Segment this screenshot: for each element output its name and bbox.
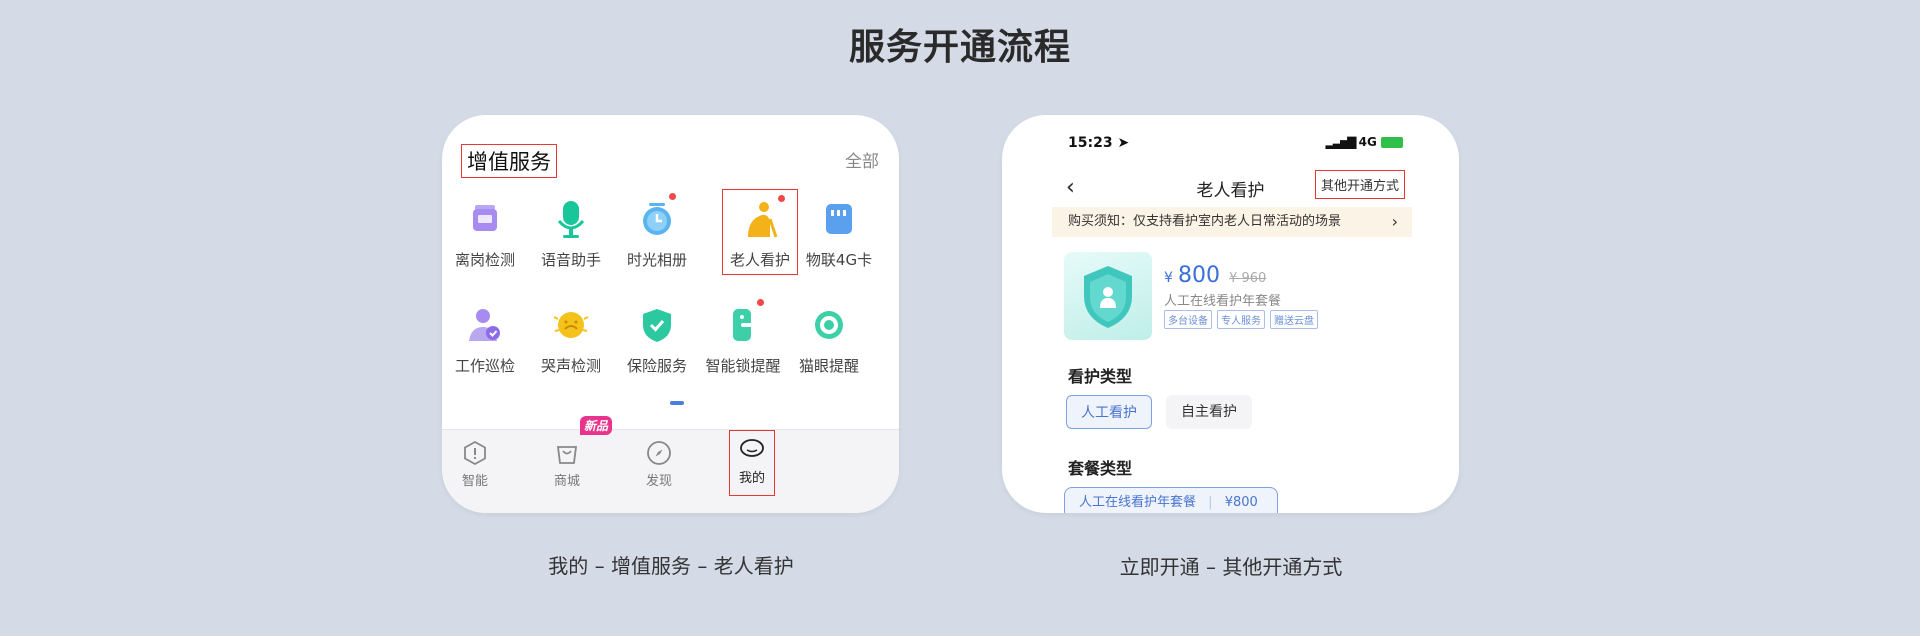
service-item-voice-assistant[interactable]: 语音助手 (528, 197, 614, 270)
tab-label: 发现 (645, 474, 672, 489)
price-value: 800 (1178, 263, 1221, 288)
package-price: ¥800 (1224, 495, 1258, 510)
compass-icon (646, 440, 672, 466)
shopping-bag-icon (554, 440, 580, 466)
currency-symbol: ¥ (1164, 270, 1173, 286)
notice-text: 购买须知：仅支持看护室内老人日常活动的场景 (1068, 214, 1342, 229)
caption-right: 立即开通 – 其他开通方式 (1119, 555, 1343, 579)
product-name: 人工在线看护年套餐 (1164, 294, 1282, 309)
service-item-iot-sim[interactable]: 物联4G卡 (796, 197, 882, 270)
notification-dot (778, 195, 785, 202)
new-product-badge: 新品 (580, 416, 613, 435)
package-name: 人工在线看护年套餐 (1079, 495, 1197, 510)
price: ¥ 800 ¥ 960 (1164, 263, 1266, 288)
service-item-label: 哭声检测 (540, 357, 601, 375)
view-all-link[interactable]: 全部 (845, 147, 879, 172)
service-item-label: 工作巡检 (454, 357, 515, 375)
tab-discover[interactable]: 发现 (629, 440, 689, 489)
hexagon-alert-icon (462, 440, 488, 466)
smart-lock-icon (721, 299, 765, 347)
product-tag: 多台设备 (1164, 310, 1212, 329)
location-arrow-icon: ➤ (1117, 135, 1130, 151)
profile-icon (739, 437, 765, 463)
chevron-right-icon: › (1391, 212, 1398, 231)
person-check-icon (463, 303, 507, 347)
value-added-services-title: 增值服务 (461, 144, 557, 178)
notification-dot (669, 193, 676, 200)
service-item-label: 保险服务 (626, 357, 687, 375)
tab-label: 我的 (738, 471, 765, 486)
battery-icon (1381, 137, 1403, 148)
service-item-peephole[interactable]: 猫眼提醒 (786, 303, 872, 376)
tab-label: 商城 (553, 474, 580, 489)
original-price: ¥ 960 (1229, 271, 1267, 286)
tab-label: 智能 (461, 474, 488, 489)
care-type-self[interactable]: 自主看护 (1166, 395, 1252, 429)
purchase-notice[interactable]: 购买须知：仅支持看护室内老人日常活动的场景 › (1052, 207, 1412, 237)
care-type-manual[interactable]: 人工看护 (1066, 395, 1152, 429)
other-methods-button[interactable]: 其他开通方式 (1314, 170, 1406, 199)
monitor-icon (463, 197, 507, 241)
service-item-label: 智能锁提醒 (705, 357, 781, 375)
service-item-insurance[interactable]: 保险服务 (614, 303, 700, 376)
service-item-label: 时光相册 (626, 251, 687, 269)
service-item-cry-detection[interactable]: 哭声检测 (528, 303, 614, 376)
status-indicators: ▂▃▅▇ 4G (1325, 135, 1403, 149)
package-option[interactable]: 人工在线看护年套餐 | ¥800 (1064, 487, 1278, 513)
service-item-time-album[interactable]: 时光相册 (614, 193, 700, 270)
clock-icon (635, 193, 679, 241)
network-label: 4G (1358, 135, 1377, 149)
shield-check-icon (635, 303, 679, 347)
page-indicator (670, 401, 684, 405)
status-time: 15:23 ➤ (1068, 135, 1130, 151)
product-image (1064, 252, 1152, 340)
phone-screen-left: 增值服务 全部 离岗检测 语音助手 时光相册 老人看护 物联4G卡 工作巡检 哭… (442, 115, 899, 513)
service-item-work-patrol[interactable]: 工作巡检 (442, 303, 528, 376)
service-item-label: 离岗检测 (454, 251, 515, 269)
peephole-icon (807, 303, 851, 347)
service-item-label: 老人看护 (729, 251, 790, 269)
divider: | (1208, 495, 1213, 510)
page-title: 服务开通流程 (848, 27, 1071, 68)
service-item-elder-care[interactable]: 老人看护 (722, 189, 798, 275)
bottom-tab-bar: 智能 商城 新品 发现 我的 (442, 416, 899, 513)
tab-smart[interactable]: 智能 (445, 440, 505, 489)
phone-screen-right: 15:23 ➤ ▂▃▅▇ 4G ‹ 老人看护 其他开通方式 购买须知：仅支持看护… (1002, 115, 1459, 513)
signal-icon: ▂▃▅▇ (1325, 135, 1357, 149)
product-tag: 专人服务 (1217, 310, 1265, 329)
service-item-label: 猫眼提醒 (798, 357, 859, 375)
tab-mall[interactable]: 商城 (537, 440, 597, 489)
notification-dot (757, 299, 764, 306)
service-item-label: 物联4G卡 (805, 251, 873, 269)
product-tag: 赠送云盘 (1270, 310, 1318, 329)
sim-card-icon (817, 197, 861, 241)
package-type-heading: 套餐类型 (1068, 459, 1133, 478)
care-type-heading: 看护类型 (1068, 367, 1133, 386)
caption-left: 我的 – 增值服务 – 老人看护 (548, 554, 794, 578)
elder-icon (738, 195, 785, 241)
service-item-label: 语音助手 (540, 251, 601, 269)
tab-mine[interactable]: 我的 (729, 430, 775, 496)
baby-cry-icon (549, 303, 593, 347)
product-tags: 多台设备 专人服务 赠送云盘 (1164, 310, 1318, 329)
service-item-smart-lock[interactable]: 智能锁提醒 (700, 299, 786, 376)
service-item-away-detection[interactable]: 离岗检测 (442, 197, 528, 270)
microphone-icon (549, 197, 593, 241)
